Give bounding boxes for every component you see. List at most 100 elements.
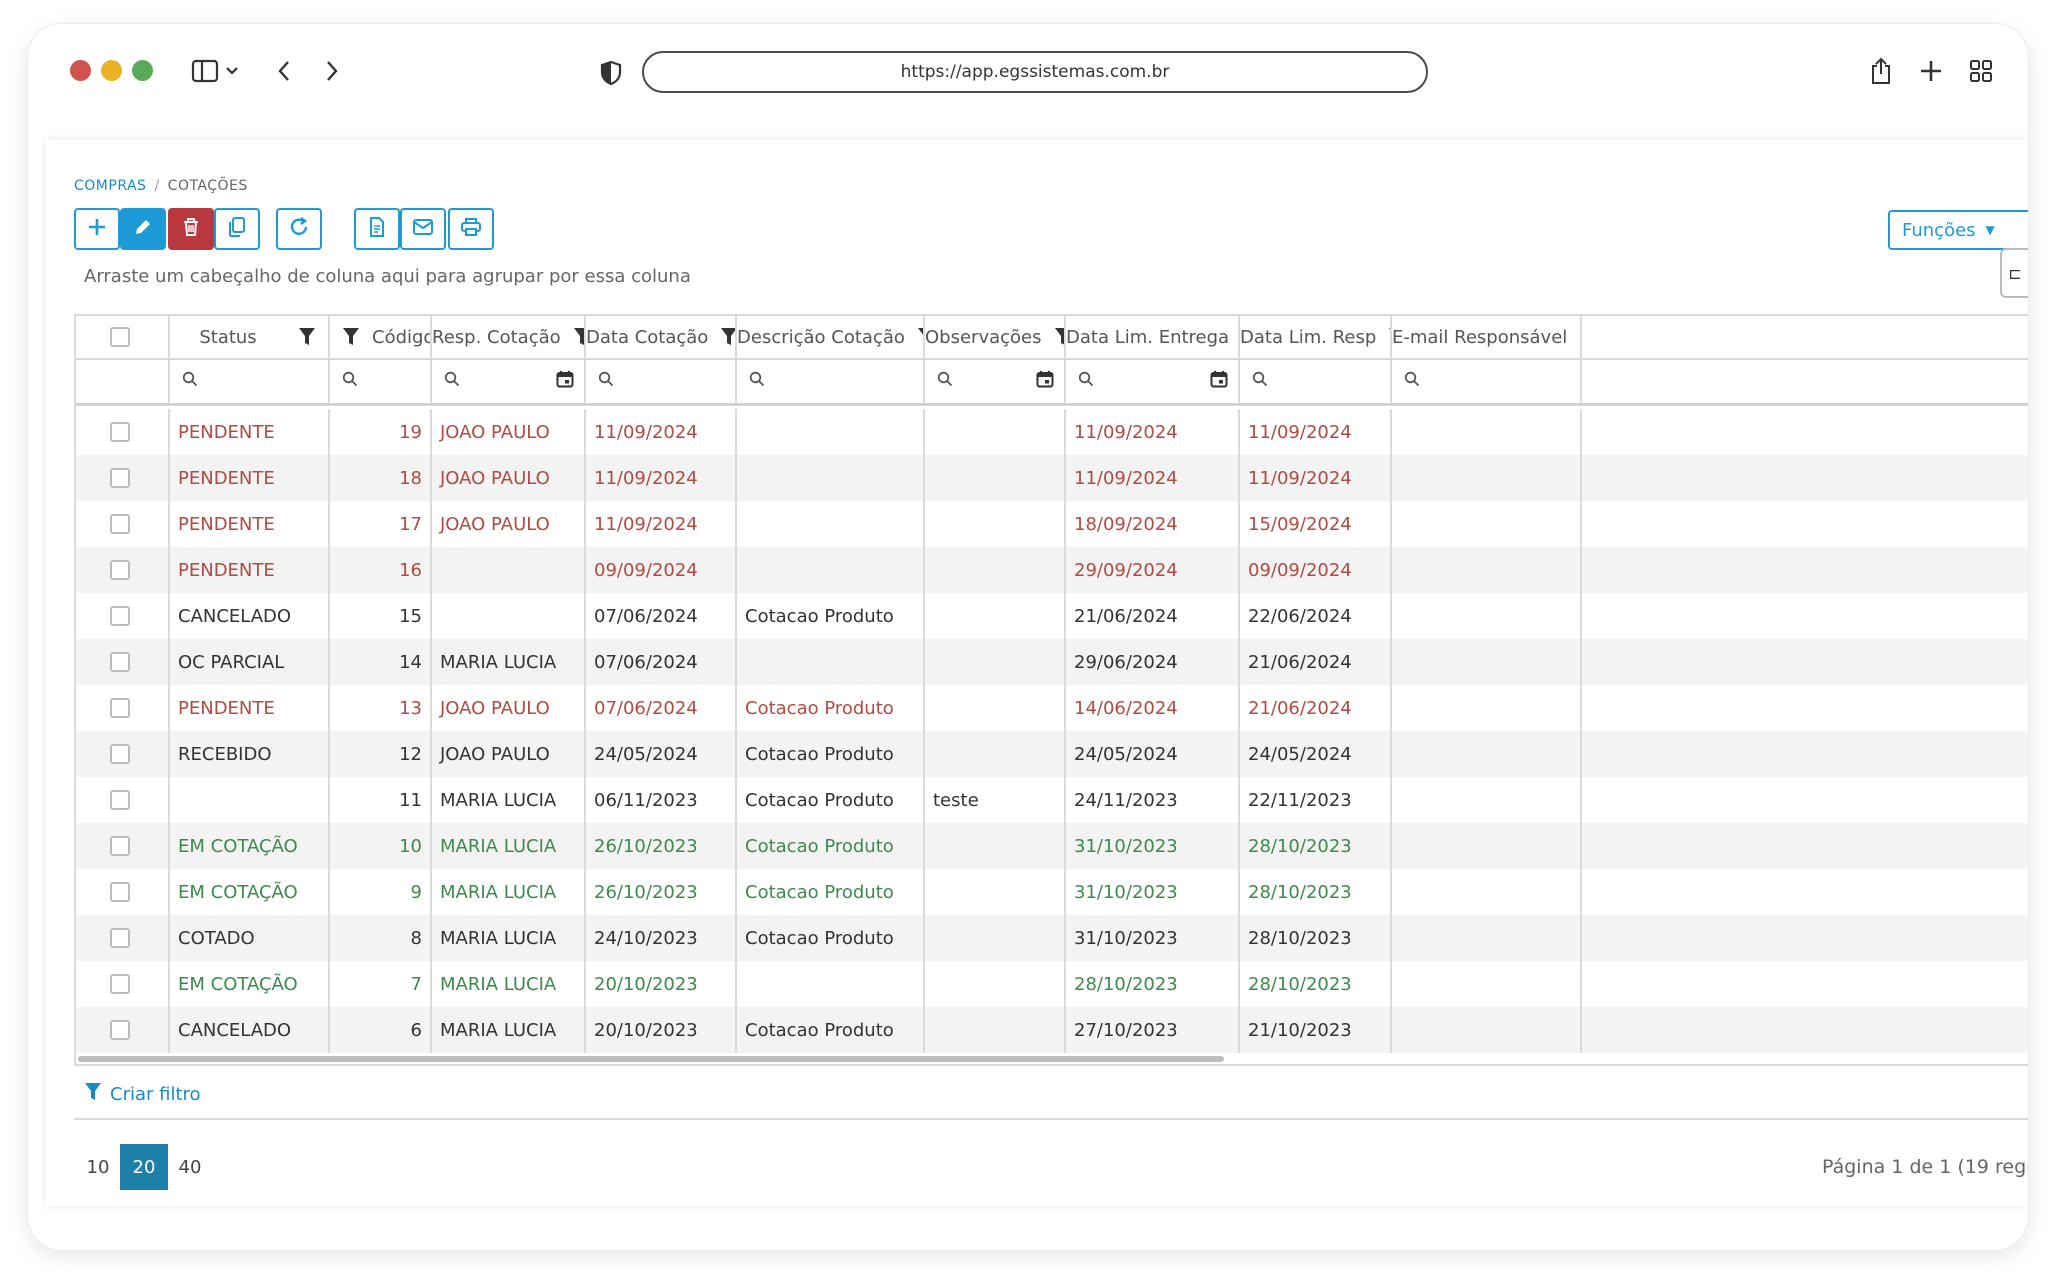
cell-descricao-cotacao: Cotacao Produto xyxy=(737,685,925,731)
table-row[interactable]: COTADO 8 MARIA LUCIA 24/10/2023 Cotacao Prod… xyxy=(76,915,2028,961)
sidebar-toggle-icon[interactable] xyxy=(190,56,220,86)
print-button[interactable] xyxy=(448,208,494,250)
cell-data-cotacao: 11/09/2024 xyxy=(586,501,737,547)
row-checkbox[interactable] xyxy=(110,652,130,672)
funcoes-dropdown[interactable]: Funções ▼ xyxy=(1888,210,2028,250)
shield-icon[interactable] xyxy=(598,58,624,88)
app-content: COMPRAS / COTAÇÕES Funções ▼ ⊏ Arraste u… xyxy=(46,140,2028,1206)
table-row[interactable]: PENDENTE 13 JOAO PAULO 07/06/2024 Cotacao Pr… xyxy=(76,685,2028,731)
filter-funnel-icon[interactable] xyxy=(298,327,316,347)
row-checkbox[interactable] xyxy=(110,698,130,718)
filter-input-data-lim-resp[interactable] xyxy=(1240,360,1392,403)
search-icon xyxy=(598,371,614,392)
page-size-20[interactable]: 20 xyxy=(120,1144,168,1190)
email-button[interactable] xyxy=(400,208,446,250)
close-window-button[interactable] xyxy=(70,60,91,81)
table-row[interactable]: EM COTAÇÃO 10 MARIA LUCIA 26/10/2023 Cotacao… xyxy=(76,823,2028,869)
refresh-button[interactable] xyxy=(276,208,322,250)
column-header-label: Data Lim. Resp xyxy=(1240,326,1377,348)
table-row[interactable]: EM COTAÇÃO 9 MARIA LUCIA 26/10/2023 Cotacao … xyxy=(76,869,2028,915)
horizontal-scrollbar[interactable] xyxy=(78,1056,1224,1062)
new-tab-plus-icon[interactable] xyxy=(1918,56,1944,86)
cell-observacoes xyxy=(925,731,1066,777)
minimize-window-button[interactable] xyxy=(101,60,122,81)
filter-input-resp-cotacao[interactable] xyxy=(432,360,586,403)
row-checkbox[interactable] xyxy=(110,882,130,902)
row-checkbox[interactable] xyxy=(110,1020,130,1040)
report-button[interactable] xyxy=(354,208,400,250)
row-checkbox[interactable] xyxy=(110,836,130,856)
column-header-data-cotacao[interactable]: Data Cotação xyxy=(586,316,737,358)
filter-funnel-icon[interactable] xyxy=(1579,327,1580,347)
cell-data-cotacao: 24/10/2023 xyxy=(586,915,737,961)
cell-resp-cotacao: MARIA LUCIA xyxy=(432,869,586,915)
table-row[interactable]: RECEBIDO 12 JOAO PAULO 24/05/2024 Cotacao Pr… xyxy=(76,731,2028,777)
filter-funnel-icon[interactable] xyxy=(720,327,735,347)
column-header-label: Descrição Cotação xyxy=(737,326,905,348)
create-filter-link[interactable]: Criar filtro xyxy=(84,1082,201,1107)
page-size-40[interactable]: 40 xyxy=(166,1144,214,1190)
share-icon[interactable] xyxy=(1868,56,1894,86)
cell-descricao-cotacao xyxy=(737,547,925,593)
chevron-down-icon[interactable] xyxy=(224,56,240,86)
table-row[interactable]: PENDENTE 16 09/09/2024 29/09/2024 09/09/2024 xyxy=(76,547,2028,593)
column-chooser-button[interactable]: ⊏ xyxy=(2000,248,2028,298)
maximize-window-button[interactable] xyxy=(132,60,153,81)
row-checkbox[interactable] xyxy=(110,468,130,488)
cell-email-responsavel xyxy=(1392,1007,1582,1053)
table-row[interactable]: PENDENTE 18 JOAO PAULO 11/09/2024 11/09/2024… xyxy=(76,455,2028,501)
row-checkbox[interactable] xyxy=(110,928,130,948)
url-bar[interactable]: https://app.egssistemas.com.br xyxy=(642,51,1428,93)
table-row[interactable]: CANCELADO 6 MARIA LUCIA 20/10/2023 Cotacao P… xyxy=(76,1007,2028,1053)
cell-codigo: 10 xyxy=(330,823,432,869)
row-checkbox[interactable] xyxy=(110,974,130,994)
filter-input-data-cotacao[interactable] xyxy=(586,360,737,403)
filter-funnel-icon[interactable] xyxy=(573,327,584,347)
filter-input-codigo[interactable] xyxy=(330,360,432,403)
calendar-icon[interactable] xyxy=(1036,370,1054,393)
add-button[interactable] xyxy=(74,208,120,250)
filter-funnel-icon[interactable] xyxy=(342,327,360,347)
table-row[interactable]: PENDENTE 19 JOAO PAULO 11/09/2024 11/09/2024… xyxy=(76,409,2028,455)
filter-funnel-icon[interactable] xyxy=(917,327,923,347)
cell-observacoes xyxy=(925,915,1066,961)
breadcrumb-compras[interactable]: COMPRAS xyxy=(74,178,146,194)
column-header-email-responsavel[interactable]: E-mail Responsável xyxy=(1392,316,1582,358)
table-row[interactable]: CANCELADO 15 07/06/2024 Cotacao Produto 21/0… xyxy=(76,593,2028,639)
forward-arrow-icon[interactable] xyxy=(322,56,342,86)
tab-overview-icon[interactable] xyxy=(1968,56,1994,86)
filter-input-observacoes[interactable] xyxy=(925,360,1066,403)
filter-input-descricao-cotacao[interactable] xyxy=(737,360,925,403)
row-checkbox[interactable] xyxy=(110,606,130,626)
filter-input-email-responsavel[interactable] xyxy=(1392,360,1582,403)
filter-input-status[interactable] xyxy=(170,360,330,403)
duplicate-button[interactable] xyxy=(214,208,260,250)
row-checkbox[interactable] xyxy=(110,514,130,534)
row-checkbox[interactable] xyxy=(110,422,130,442)
cell-descricao-cotacao: Cotacao Produto xyxy=(737,731,925,777)
column-header-descricao-cotacao[interactable]: Descrição Cotação xyxy=(737,316,925,358)
calendar-icon[interactable] xyxy=(556,370,574,393)
row-checkbox[interactable] xyxy=(110,744,130,764)
row-checkbox[interactable] xyxy=(110,790,130,810)
back-arrow-icon[interactable] xyxy=(274,56,294,86)
row-checkbox[interactable] xyxy=(110,560,130,580)
page-size-10[interactable]: 10 xyxy=(74,1144,122,1190)
trash-icon xyxy=(182,217,200,241)
calendar-icon[interactable] xyxy=(1210,370,1228,393)
table-row[interactable]: 11 MARIA LUCIA 06/11/2023 Cotacao Produto te… xyxy=(76,777,2028,823)
select-all-checkbox[interactable] xyxy=(110,327,130,347)
filter-input-data-lim-entrega[interactable] xyxy=(1066,360,1240,403)
filter-funnel-icon[interactable] xyxy=(1054,327,1064,347)
column-header-data-lim-resp[interactable]: Data Lim. Resp xyxy=(1240,316,1392,358)
column-header-status[interactable]: Status xyxy=(170,316,330,358)
column-header-codigo[interactable]: Código xyxy=(330,316,432,358)
table-row[interactable]: EM COTAÇÃO 7 MARIA LUCIA 20/10/2023 28/10/20… xyxy=(76,961,2028,1007)
table-row[interactable]: PENDENTE 17 JOAO PAULO 11/09/2024 18/09/2024… xyxy=(76,501,2028,547)
edit-button[interactable] xyxy=(120,208,166,250)
column-header-observacoes[interactable]: Observações xyxy=(925,316,1066,358)
column-header-data-lim-entrega[interactable]: Data Lim. Entrega xyxy=(1066,316,1240,358)
delete-button[interactable] xyxy=(168,208,214,250)
column-header-resp-cotacao[interactable]: Resp. Cotação xyxy=(432,316,586,358)
table-row[interactable]: OC PARCIAL 14 MARIA LUCIA 07/06/2024 29/06/2… xyxy=(76,639,2028,685)
